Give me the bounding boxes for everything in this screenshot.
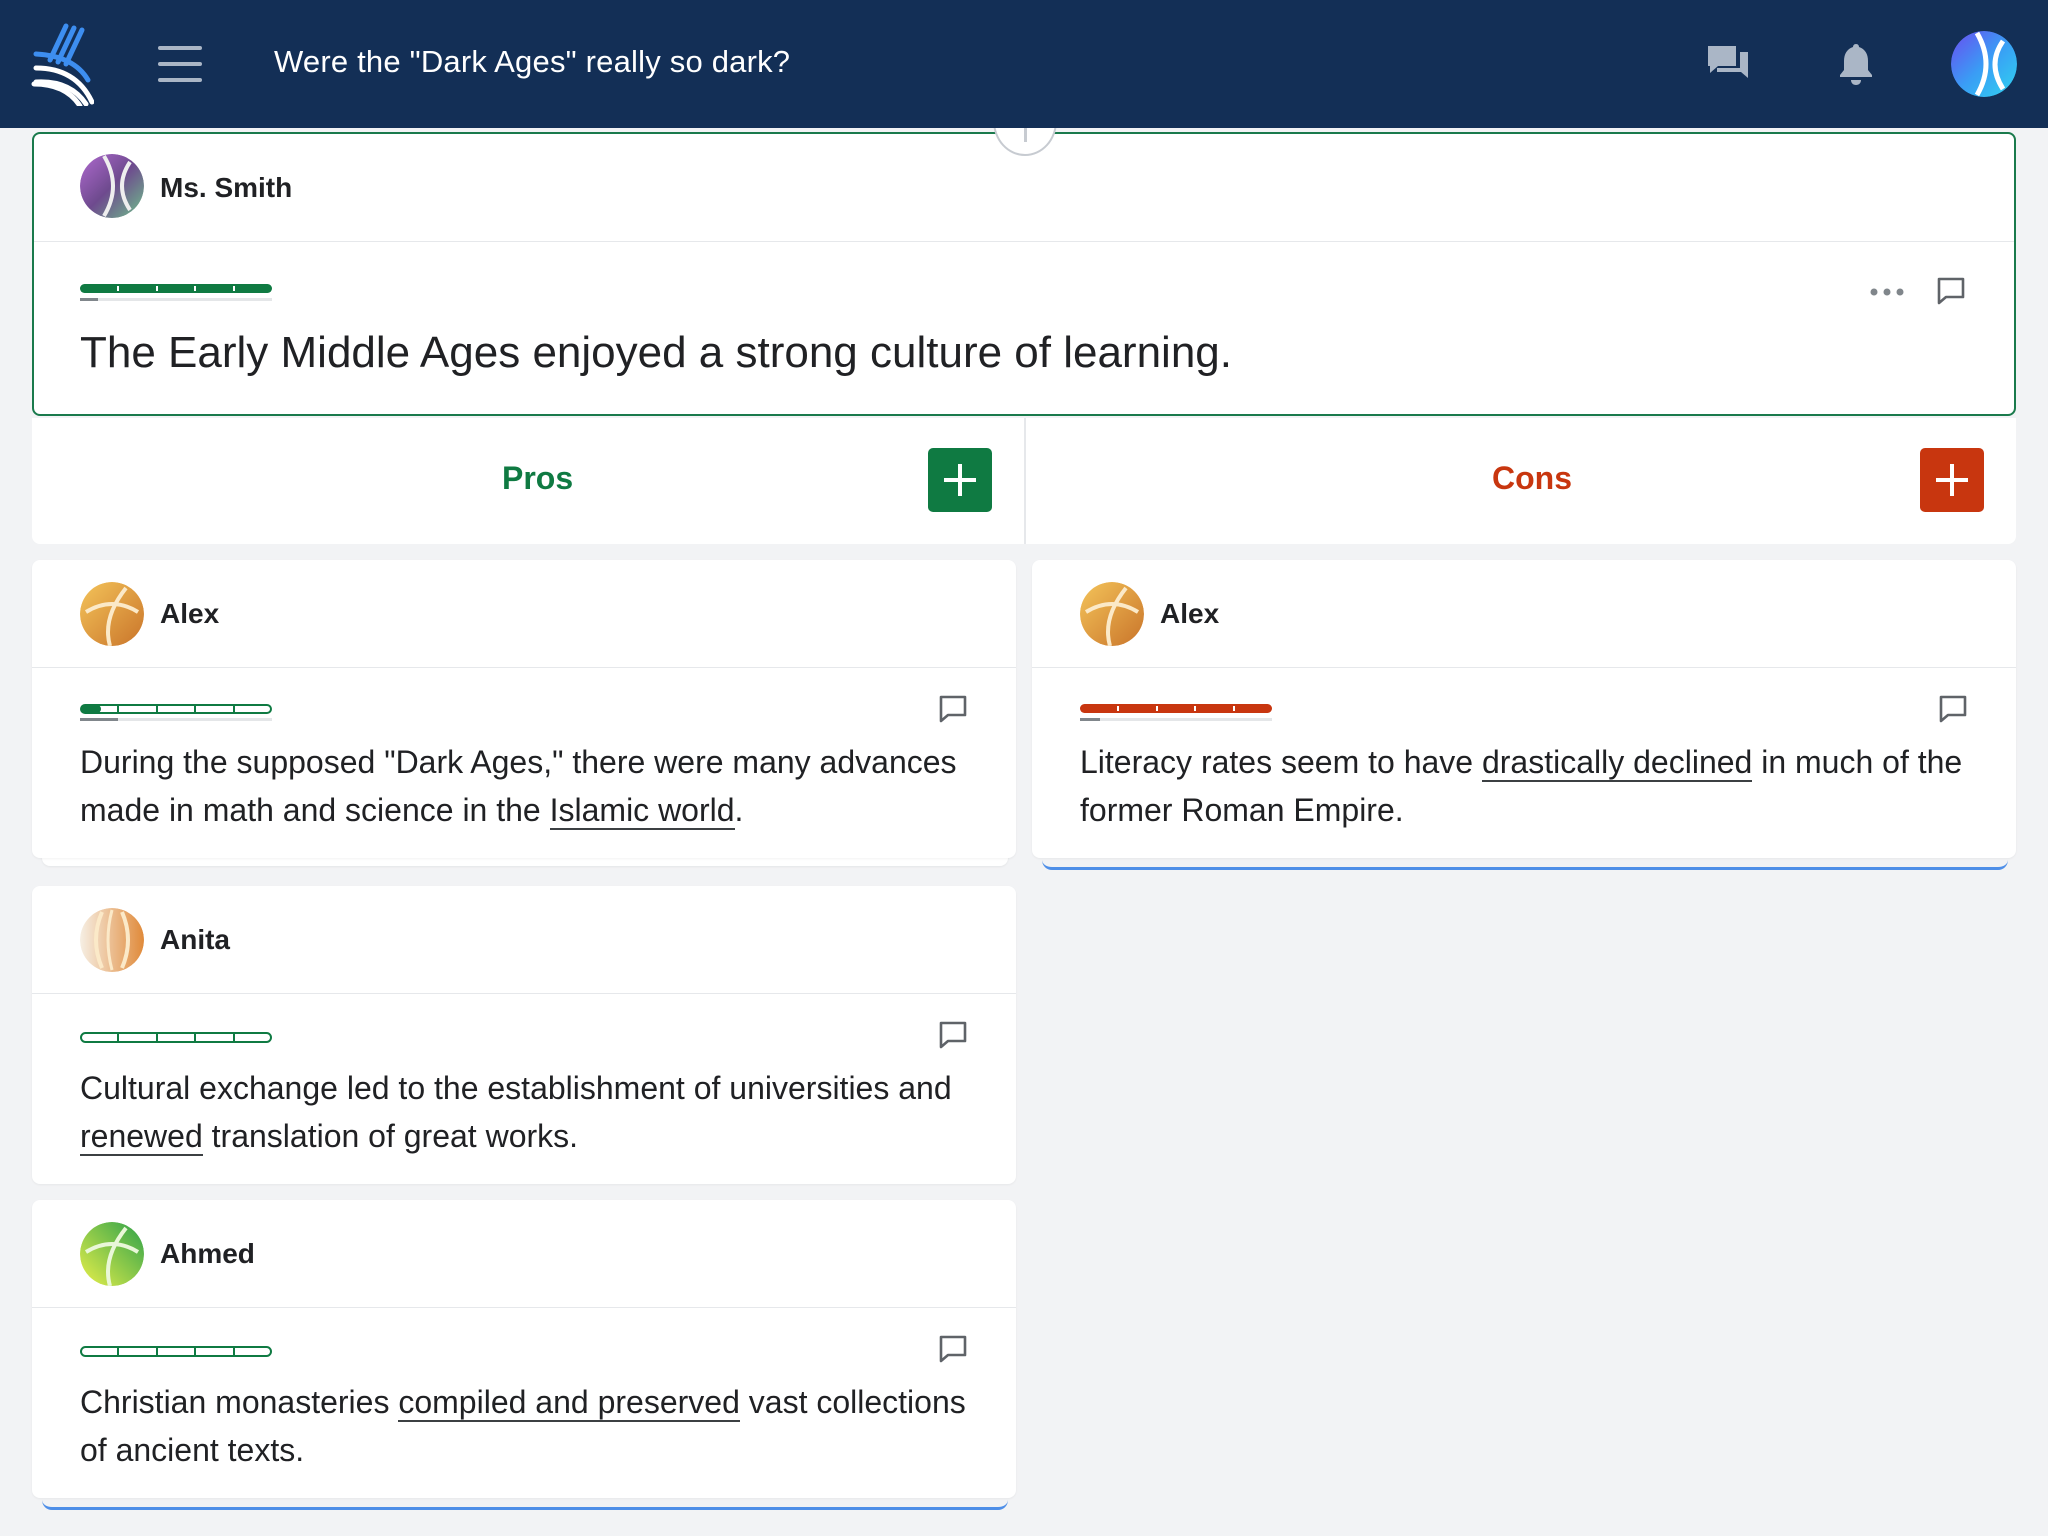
argument-text: During the supposed "Dark Ages," there w… (80, 744, 957, 830)
card-stack-edge (42, 1500, 1008, 1510)
card-stack-edge (1042, 860, 2008, 870)
more-options-icon[interactable] (1868, 282, 1908, 302)
pros-heading: Pros (502, 460, 574, 496)
page-title: Were the "Dark Ages" really so dark? (274, 44, 791, 79)
column-divider (1024, 418, 1026, 544)
avatar (80, 908, 144, 972)
avatar (1080, 582, 1144, 646)
avatar (80, 154, 144, 218)
pros-cons-header: Pros Cons (32, 418, 2016, 544)
add-pro-button[interactable] (928, 448, 992, 512)
rating-meter (80, 284, 272, 301)
author-name: Anita (160, 924, 230, 955)
avatar (80, 582, 144, 646)
argument-text: Christian monasteries compiled and prese… (80, 1384, 966, 1468)
card-header: Alex (32, 560, 1016, 668)
argument-text: Literacy rates seem to have drastically … (1080, 744, 1963, 828)
hamburger-menu-icon[interactable] (158, 46, 202, 82)
comment-icon[interactable] (936, 692, 970, 726)
author-name: Alex (1160, 598, 1220, 629)
thesis-card: Ms. Smith The Early Middle Ages enjoyed … (32, 132, 2016, 416)
comment-icon[interactable] (1936, 692, 1970, 726)
con-argument-card[interactable]: Alex Literacy rates seem to have drastic… (1032, 560, 2016, 858)
cons-heading: Cons (1492, 460, 1572, 496)
comment-icon[interactable] (936, 1018, 970, 1052)
rating-meter (80, 1346, 272, 1357)
rating-meter (1080, 704, 1272, 721)
argument-link[interactable]: compiled and preserved (398, 1384, 740, 1422)
app-logo-icon[interactable] (30, 22, 94, 106)
card-header: Ahmed (32, 1200, 1016, 1308)
bell-icon[interactable] (1832, 40, 1880, 88)
profile-avatar[interactable] (1951, 31, 2017, 97)
pro-argument-card[interactable]: Anita Cultural exchange led to the estab… (32, 886, 1016, 1184)
top-bar: Were the "Dark Ages" really so dark? (0, 0, 2048, 128)
author-name: Ahmed (160, 1238, 255, 1269)
comment-icon[interactable] (1934, 274, 1968, 308)
rating-meter (80, 1032, 272, 1043)
pro-argument-card[interactable]: Alex During the supposed "Dark Ages," th… (32, 560, 1016, 858)
add-con-button[interactable] (1920, 448, 1984, 512)
thesis-statement: The Early Middle Ages enjoyed a strong c… (80, 328, 1232, 377)
argument-link[interactable]: drastically declined (1481, 744, 1753, 782)
avatar (80, 1222, 144, 1286)
chat-bubbles-icon[interactable] (1704, 40, 1752, 88)
argument-text: Cultural exchange led to the establishme… (80, 1070, 952, 1156)
card-header: Alex (1032, 560, 2016, 668)
card-header: Anita (32, 886, 1016, 994)
comment-icon[interactable] (936, 1332, 970, 1366)
pro-argument-card[interactable]: Ahmed Christian monasteries compiled and… (32, 1200, 1016, 1498)
rating-meter (80, 704, 272, 721)
argument-link[interactable]: renewed (80, 1118, 203, 1156)
author-name: Ms. Smith (160, 172, 293, 203)
author-name: Alex (160, 598, 220, 629)
argument-link[interactable]: Islamic world (549, 792, 735, 830)
